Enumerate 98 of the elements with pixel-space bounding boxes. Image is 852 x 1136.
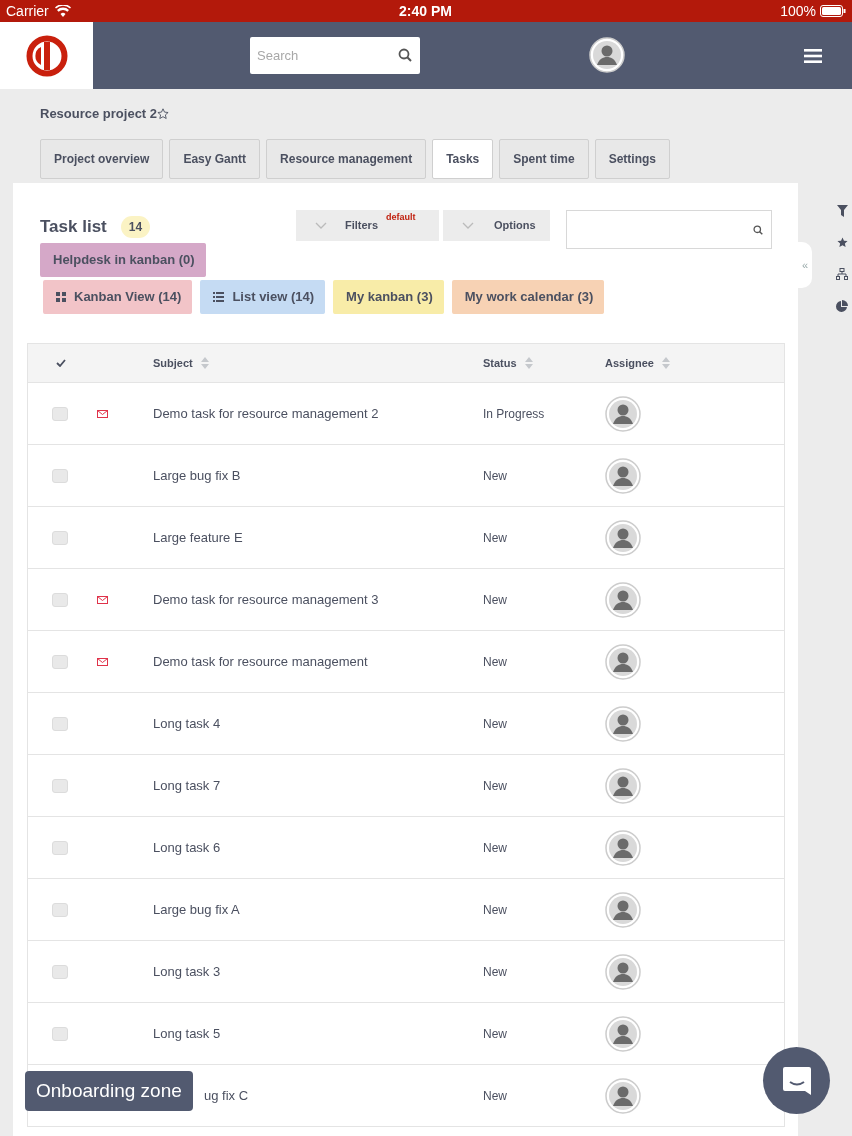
chevron-icon xyxy=(462,222,474,229)
status-cell: New xyxy=(483,530,507,545)
logo-icon xyxy=(25,34,68,77)
search-field[interactable]: Search xyxy=(250,37,420,74)
row-checkbox[interactable] xyxy=(52,530,68,545)
column-header[interactable]: Subject xyxy=(153,354,193,372)
options-button[interactable]: Options xyxy=(443,210,550,241)
mail-icon xyxy=(97,409,108,418)
assignee-avatar xyxy=(605,581,641,618)
task-subject-link[interactable]: Large feature E xyxy=(153,529,243,545)
row-checkbox[interactable] xyxy=(52,716,68,731)
task-subject-link[interactable]: Long task 6 xyxy=(153,839,221,855)
filters-button[interactable]: Filters default xyxy=(296,210,439,241)
row-checkbox[interactable] xyxy=(52,778,68,793)
status-cell: New xyxy=(483,592,507,607)
row-checkbox[interactable] xyxy=(52,468,68,483)
project-title: Resource project 2 xyxy=(40,105,158,123)
task-subject-link[interactable]: Long task 4 xyxy=(153,715,221,731)
status-cell: In Progress xyxy=(483,406,545,421)
count-badge: 14 xyxy=(120,215,151,238)
status-cell: New xyxy=(483,716,507,731)
column-header[interactable]: Status xyxy=(483,354,517,372)
star-icon[interactable] xyxy=(836,237,848,248)
saved-query-button[interactable]: My kanban (3) xyxy=(333,280,444,314)
task-list-title: Task list xyxy=(40,216,107,238)
row-checkbox[interactable] xyxy=(52,1026,68,1041)
chevron-icon xyxy=(315,222,327,229)
menu-icon[interactable] xyxy=(804,49,822,63)
tab[interactable]: Resource management xyxy=(266,138,427,179)
search-icon[interactable] xyxy=(398,48,412,62)
wifi-icon xyxy=(54,5,71,17)
filter-search-field[interactable] xyxy=(566,210,772,249)
status-cell: New xyxy=(483,1088,507,1103)
row-checkbox[interactable] xyxy=(52,592,68,607)
assignee-avatar xyxy=(605,643,641,680)
sort-icon[interactable] xyxy=(661,357,670,369)
default-label: default xyxy=(386,211,416,225)
task-subject-link[interactable]: Long task 7 xyxy=(153,777,221,793)
assignee-avatar xyxy=(605,395,641,432)
mail-icon xyxy=(97,595,108,604)
status-cell: New xyxy=(483,964,507,979)
saved-query-button[interactable]: Helpdesk in kanban (0) xyxy=(40,243,206,277)
list-icon xyxy=(213,292,225,302)
check-icon[interactable] xyxy=(56,359,66,367)
saved-query-button[interactable]: My work calendar (3) xyxy=(451,280,605,314)
assignee-avatar xyxy=(605,457,641,494)
saved-query-button[interactable]: List view (14) xyxy=(200,280,326,314)
battery-percent: 100% xyxy=(780,1,816,21)
task-subject-link[interactable]: ug fix C xyxy=(204,1087,249,1103)
status-cell: New xyxy=(483,1026,507,1041)
battery-icon xyxy=(820,5,846,17)
tab[interactable]: Easy Gantt xyxy=(169,138,261,179)
row-checkbox[interactable] xyxy=(52,406,68,421)
column-header[interactable]: Assignee xyxy=(605,354,654,372)
row-checkbox[interactable] xyxy=(52,902,68,917)
mail-icon xyxy=(97,657,108,666)
task-subject-link[interactable]: Demo task for resource management xyxy=(153,653,368,669)
tab[interactable]: Spent time xyxy=(499,138,589,179)
star-icon[interactable] xyxy=(157,107,170,120)
sort-icon[interactable] xyxy=(200,357,209,369)
clock: 2:40 PM xyxy=(399,1,452,21)
assignee-avatar xyxy=(605,1077,641,1114)
task-subject-link[interactable]: Demo task for resource management 2 xyxy=(153,405,379,421)
task-subject-link[interactable]: Large bug fix B xyxy=(153,467,241,483)
assignee-avatar xyxy=(605,705,641,742)
grid-icon xyxy=(56,292,66,302)
row-checkbox[interactable] xyxy=(52,964,68,979)
filter-icon[interactable] xyxy=(836,205,848,217)
task-subject-link[interactable]: Large bug fix A xyxy=(153,901,240,917)
pie-chart-icon[interactable] xyxy=(836,300,848,312)
saved-query-button[interactable]: Kanban View (14) xyxy=(43,280,193,314)
tab[interactable]: Tasks xyxy=(432,138,494,179)
assignee-avatar xyxy=(605,1015,641,1052)
chat-icon xyxy=(780,1064,813,1097)
carrier-label: Carrier xyxy=(6,1,49,21)
search-icon[interactable] xyxy=(753,224,763,235)
assignee-avatar xyxy=(605,891,641,928)
status-cell: New xyxy=(483,840,507,855)
sort-icon[interactable] xyxy=(524,357,533,369)
assignee-avatar xyxy=(605,829,641,866)
task-subject-link[interactable]: Demo task for resource management 3 xyxy=(153,591,379,607)
row-checkbox[interactable] xyxy=(52,840,68,855)
tab[interactable]: Settings xyxy=(594,138,670,179)
onboarding-zone-button[interactable]: Onboarding zone xyxy=(25,1071,193,1111)
task-subject-link[interactable]: Long task 3 xyxy=(153,963,221,979)
tab[interactable]: Project overview xyxy=(40,138,164,179)
assignee-avatar xyxy=(605,767,641,804)
task-subject-link[interactable]: Long task 5 xyxy=(153,1025,221,1041)
logo-panel[interactable] xyxy=(0,22,93,89)
status-cell: New xyxy=(483,468,507,483)
status-cell: New xyxy=(483,902,507,917)
row-checkbox[interactable] xyxy=(52,654,68,669)
assignee-avatar xyxy=(605,519,641,556)
status-cell: New xyxy=(483,778,507,793)
hierarchy-icon[interactable] xyxy=(836,268,848,280)
assignee-avatar xyxy=(605,953,641,990)
status-cell: New xyxy=(483,654,507,669)
user-avatar[interactable] xyxy=(589,37,625,73)
